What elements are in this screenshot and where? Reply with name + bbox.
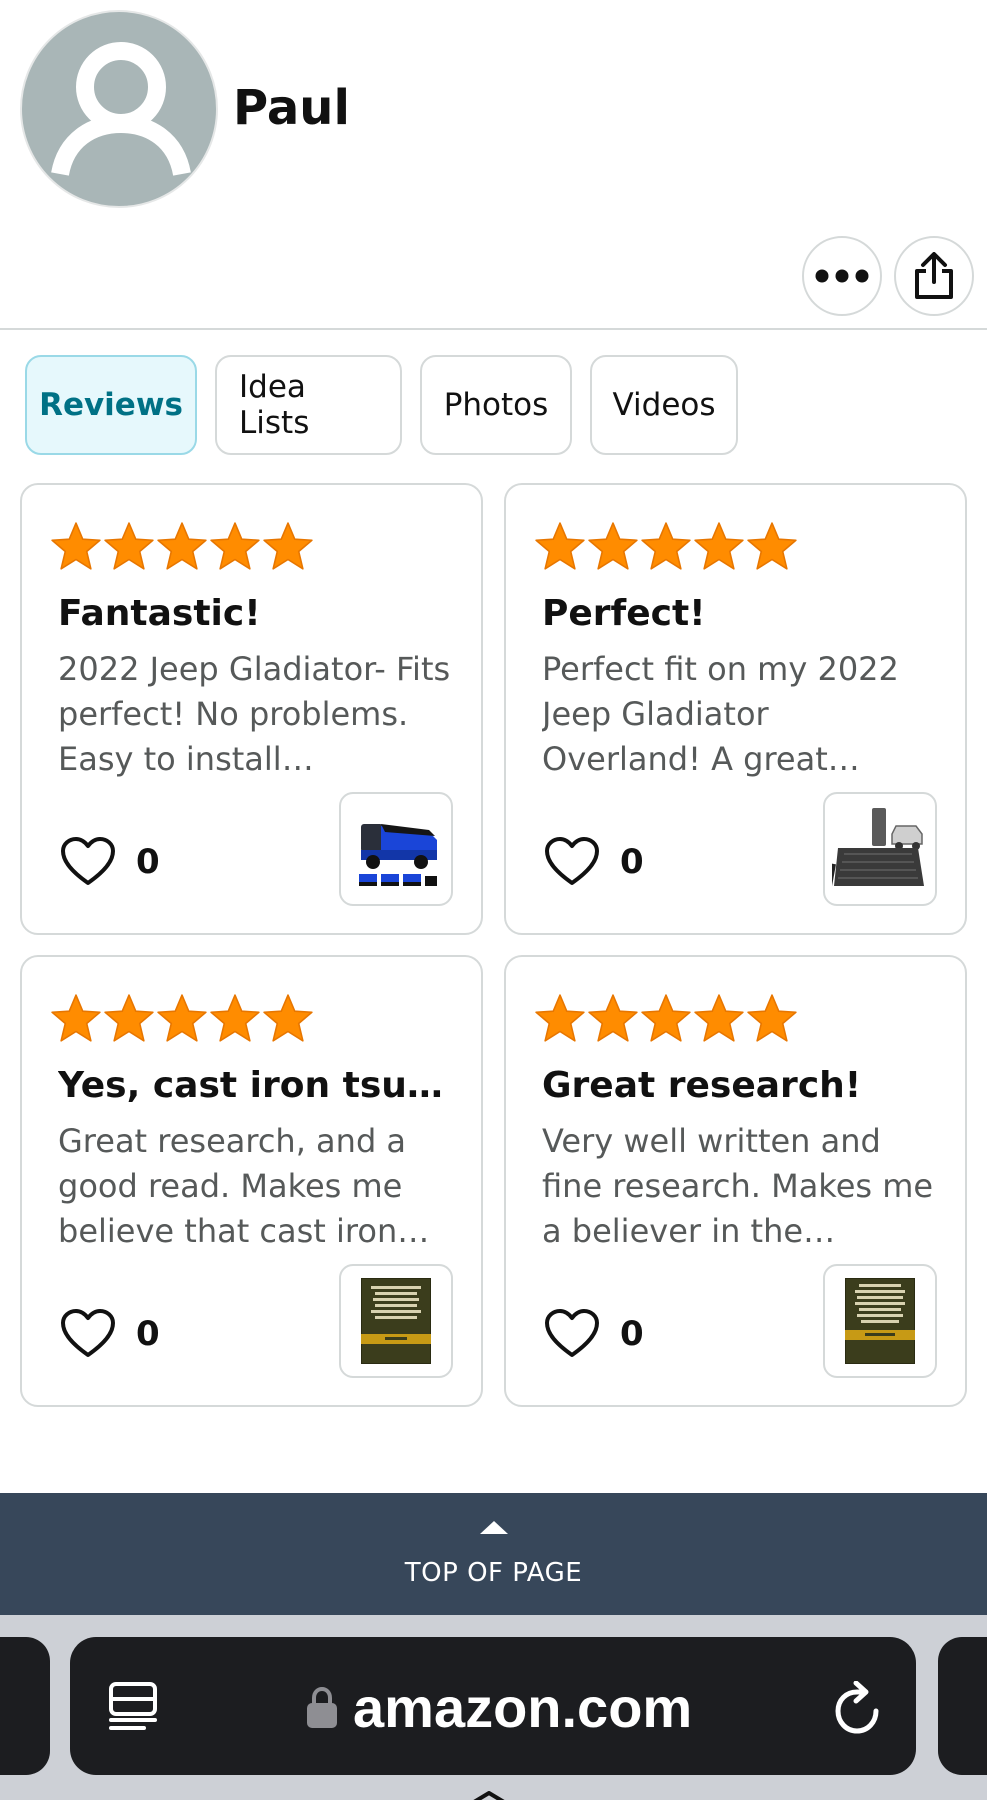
star-icon: [588, 994, 638, 1042]
truck-tonneau-cover-image: [359, 824, 437, 886]
url-text[interactable]: amazon.com: [353, 1675, 692, 1740]
helpful-button[interactable]: 0: [60, 1309, 160, 1359]
review-card[interactable]: Fantastic! 2022 Jeep Gladiator- Fits per…: [20, 483, 483, 935]
avatar: [20, 10, 218, 208]
review-card[interactable]: Perfect! Perfect fit on my 2022 Jeep Gla…: [504, 483, 967, 935]
star-icon: [747, 522, 797, 570]
product-thumbnail[interactable]: [823, 792, 937, 906]
review-title: Perfect!: [542, 593, 706, 634]
profile-name: Paul: [233, 80, 350, 136]
book-cover-image: [845, 1278, 915, 1364]
star-icon: [535, 994, 585, 1042]
helpful-count: 0: [136, 1314, 160, 1354]
helpful-count: 0: [620, 842, 644, 882]
star-icon: [263, 994, 313, 1042]
page-menu-icon[interactable]: [106, 1680, 162, 1741]
ellipsis-icon: [815, 269, 869, 283]
review-snippet: Very well written and fine research. Mak…: [542, 1122, 934, 1250]
star-icon: [51, 994, 101, 1042]
next-tab-preview[interactable]: [938, 1637, 987, 1775]
star-icon: [210, 994, 260, 1042]
heart-icon: [61, 1309, 115, 1357]
star-rating: [50, 993, 314, 1045]
heart-icon: [61, 837, 115, 885]
browser-toolbar: amazon.com: [0, 1615, 987, 1800]
review-title: Great research!: [542, 1065, 862, 1106]
top-of-page-label: TOP OF PAGE: [404, 1557, 583, 1588]
star-icon: [535, 522, 585, 570]
helpful-count: 0: [136, 842, 160, 882]
star-icon: [104, 522, 154, 570]
review-grid: Fantastic! 2022 Jeep Gladiator- Fits per…: [20, 483, 967, 1407]
star-icon: [157, 522, 207, 570]
address-bar[interactable]: amazon.com: [70, 1637, 916, 1775]
review-snippet: Great research, and a good read. Makes m…: [58, 1122, 407, 1250]
top-of-page-button[interactable]: TOP OF PAGE: [0, 1493, 987, 1615]
star-icon: [641, 994, 691, 1042]
star-rating: [534, 993, 798, 1045]
truck-bed-mat-image: [832, 808, 924, 887]
helpful-button[interactable]: 0: [544, 837, 644, 887]
helpful-count: 0: [620, 1314, 644, 1354]
caret-up-small-icon: [473, 1791, 505, 1800]
review-title: Yes, cast iron tsuba were made in Edo: [58, 1065, 445, 1106]
heart-icon: [545, 1309, 599, 1357]
star-icon: [694, 522, 744, 570]
share-icon: [915, 252, 953, 299]
profile-header: Paul: [0, 0, 987, 330]
star-rating: [534, 521, 798, 573]
reload-icon: [835, 1680, 879, 1734]
user-silhouette-icon: [51, 42, 191, 177]
star-icon: [51, 522, 101, 570]
review-card[interactable]: Yes, cast iron tsuba were made in Edo Gr…: [20, 955, 483, 1407]
heart-icon: [545, 837, 599, 885]
review-snippet: 2022 Jeep Gladiator- Fits perfect! No pr…: [58, 650, 451, 778]
star-icon: [694, 994, 744, 1042]
helpful-button[interactable]: 0: [544, 1309, 644, 1359]
tab-reviews[interactable]: Reviews: [25, 355, 197, 455]
previous-tab-preview[interactable]: [0, 1637, 50, 1775]
tab-photos[interactable]: Photos: [420, 355, 572, 455]
more-options-button[interactable]: [802, 236, 882, 316]
page-settings-icon: [109, 1682, 157, 1730]
reload-button[interactable]: [832, 1680, 884, 1742]
star-icon: [157, 994, 207, 1042]
star-icon: [588, 522, 638, 570]
tab-videos[interactable]: Videos: [590, 355, 738, 455]
review-snippet: Perfect fit on my 2022 Jeep Gladiator Ov…: [542, 650, 899, 778]
share-button[interactable]: [894, 236, 974, 316]
helpful-button[interactable]: 0: [60, 837, 160, 887]
star-icon: [641, 522, 691, 570]
product-thumbnail[interactable]: [339, 1264, 453, 1378]
caret-up-icon: [479, 1520, 508, 1534]
star-icon: [747, 994, 797, 1042]
profile-tabs: Reviews Idea Lists Photos Videos: [25, 355, 738, 455]
review-title: Fantastic!: [58, 593, 261, 634]
product-thumbnail[interactable]: [339, 792, 453, 906]
tab-idea-lists[interactable]: Idea Lists: [215, 355, 402, 455]
star-rating: [50, 521, 314, 573]
star-icon: [263, 522, 313, 570]
lock-icon: [307, 1686, 337, 1728]
review-card[interactable]: Great research! Very well written and fi…: [504, 955, 967, 1407]
star-icon: [104, 994, 154, 1042]
product-thumbnail[interactable]: [823, 1264, 937, 1378]
book-cover-image: [361, 1278, 431, 1364]
star-icon: [210, 522, 260, 570]
url-display[interactable]: amazon.com: [305, 1675, 692, 1740]
